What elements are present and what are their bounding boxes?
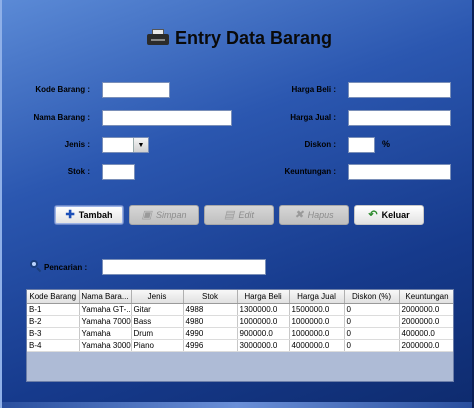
table-cell: 400000.0 — [399, 327, 453, 340]
keuntungan-label: Keuntungan : — [284, 167, 336, 176]
save-icon: ▣ — [141, 208, 152, 221]
kode-barang-input[interactable] — [102, 82, 170, 98]
search-label: Pencarian : — [44, 263, 88, 272]
table-cell: Piano — [131, 339, 184, 352]
harga-beli-label: Harga Beli : — [291, 85, 336, 94]
table-cell: 1000000.0 — [237, 315, 290, 328]
table-cell: 0 — [344, 303, 400, 316]
table-cell: 4996 — [183, 339, 238, 352]
table-cell: Gitar — [131, 303, 184, 316]
search-icon — [30, 260, 42, 273]
jenis-dropdown[interactable]: ▼ — [102, 137, 149, 153]
table-cell: 4990 — [183, 327, 238, 340]
diskon-label: Diskon : — [304, 140, 336, 149]
keluar-label: Keluar — [381, 210, 410, 220]
edit-button[interactable]: ▤ Edit — [204, 205, 274, 225]
simpan-button[interactable]: ▣ Simpan — [129, 205, 199, 225]
diskon-unit: % — [382, 139, 391, 149]
printer-icon — [147, 29, 169, 47]
column-header[interactable]: Kode Barang — [27, 290, 80, 304]
hapus-label: Hapus — [307, 210, 334, 220]
nama-barang-label: Nama Barang : — [33, 113, 90, 122]
table-cell: 4000000.0 — [289, 339, 345, 352]
data-table-panel[interactable]: Kode Barang Nama Bara... Jenis Stok Harg… — [26, 289, 454, 382]
plus-icon: ✚ — [65, 208, 75, 221]
table-row[interactable]: B-3 Yamaha Drum 4990 900000.0 1000000.0 … — [27, 327, 453, 340]
table-cell: 0 — [344, 327, 400, 340]
column-header[interactable]: Harga Beli — [237, 290, 290, 304]
stok-input[interactable] — [102, 164, 135, 180]
table-cell: Yamaha — [79, 327, 132, 340]
column-header[interactable]: Keuntungan — [399, 290, 453, 304]
table-cell: Yamaha GT-... — [79, 303, 132, 316]
table-cell: 1500000.0 — [289, 303, 345, 316]
keuntungan-input[interactable] — [348, 164, 451, 180]
table-cell: Drum — [131, 327, 184, 340]
table-cell: B-4 — [27, 339, 80, 352]
main-window: Entry Data Barang Kode Barang : Nama Bar… — [0, 0, 474, 408]
table-cell: 900000.0 — [237, 327, 290, 340]
table-cell: 0 — [344, 339, 400, 352]
diskon-input[interactable] — [348, 137, 375, 153]
simpan-label: Simpan — [155, 210, 187, 220]
hapus-button[interactable]: ✖ Hapus — [279, 205, 349, 225]
harga-jual-input[interactable] — [348, 110, 451, 126]
table-cell: B-3 — [27, 327, 80, 340]
stok-label: Stok : — [67, 167, 90, 176]
table-row[interactable]: B-2 Yamaha 7000 Bass 4980 1000000.0 1000… — [27, 315, 453, 328]
table-cell: B-1 — [27, 303, 80, 316]
column-header[interactable]: Jenis — [131, 290, 184, 304]
title-area: Entry Data Barang — [147, 25, 332, 51]
table-cell: 1000000.0 — [289, 315, 345, 328]
column-header[interactable]: Nama Bara... — [79, 290, 132, 304]
table-row[interactable]: B-1 Yamaha GT-... Gitar 4988 1300000.0 1… — [27, 303, 453, 316]
edit-icon: ▤ — [224, 208, 235, 221]
harga-jual-label: Harga Jual : — [290, 113, 336, 122]
exit-arrow-icon: ↶ — [368, 208, 378, 221]
table-cell: Yamaha 7000 — [79, 315, 132, 328]
jenis-value — [103, 143, 106, 153]
table-cell: 2000000.0 — [399, 339, 453, 352]
table-cell: 3000000.0 — [237, 339, 290, 352]
table-cell: 4988 — [183, 303, 238, 316]
table-cell: Yamaha 3000 — [79, 339, 132, 352]
chevron-down-icon[interactable]: ▼ — [133, 138, 148, 152]
column-header[interactable]: Stok — [183, 290, 238, 304]
table-cell: 2000000.0 — [399, 303, 453, 316]
table-cell: B-2 — [27, 315, 80, 328]
search-input[interactable] — [102, 259, 266, 275]
table-cell: Bass — [131, 315, 184, 328]
table-row[interactable]: B-4 Yamaha 3000 Piano 4996 3000000.0 400… — [27, 339, 453, 352]
table-cell: 4980 — [183, 315, 238, 328]
tambah-button[interactable]: ✚ Tambah — [54, 205, 124, 225]
column-header[interactable]: Diskon (%) — [344, 290, 400, 304]
table-cell: 0 — [344, 315, 400, 328]
jenis-label: Jenis : — [64, 140, 90, 149]
harga-beli-input[interactable] — [348, 82, 451, 98]
nama-barang-input[interactable] — [102, 110, 232, 126]
keluar-button[interactable]: ↶ Keluar — [354, 205, 424, 225]
table-header-row: Kode Barang Nama Bara... Jenis Stok Harg… — [27, 290, 453, 304]
delete-x-icon: ✖ — [294, 208, 304, 221]
table-cell: 2000000.0 — [399, 315, 453, 328]
page-title: Entry Data Barang — [175, 27, 333, 48]
data-table: Kode Barang Nama Bara... Jenis Stok Harg… — [27, 290, 453, 352]
kode-barang-label: Kode Barang : — [35, 85, 90, 94]
column-header[interactable]: Harga Jual — [289, 290, 345, 304]
table-cell: 1000000.0 — [289, 327, 345, 340]
tambah-label: Tambah — [78, 210, 113, 220]
table-cell: 1300000.0 — [237, 303, 290, 316]
edit-label: Edit — [238, 210, 254, 220]
